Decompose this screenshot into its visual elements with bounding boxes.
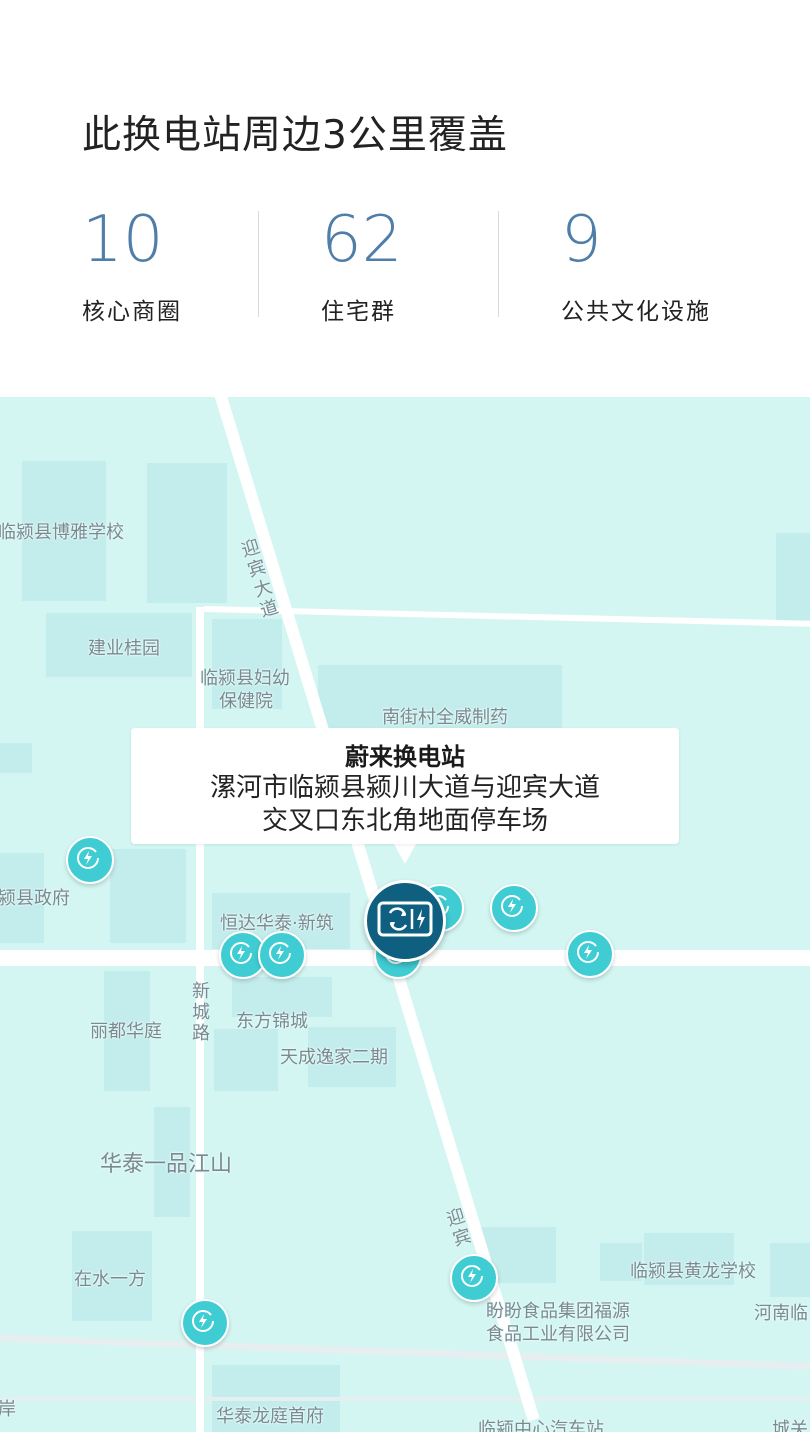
station-address-line-1: 漯河市临颍县颍川大道与迎宾大道 <box>209 773 600 803</box>
map-label: 在水一方 <box>74 1269 146 1290</box>
map-label: 丽都华庭 <box>90 1021 162 1042</box>
map-road <box>0 1334 810 1372</box>
road-label-xincheng: 新城路 <box>192 981 210 1044</box>
stat-label: 公共文化设施 <box>561 299 711 325</box>
swap-station-pin[interactable] <box>258 931 306 979</box>
charging-bolt-icon <box>230 942 252 964</box>
battery-swap-icon <box>377 901 433 937</box>
swap-station-pin[interactable] <box>66 836 114 884</box>
map-label: 保健院 <box>219 691 273 712</box>
map-road <box>0 1397 810 1401</box>
map-label: 华泰龙庭首府 <box>216 1406 324 1427</box>
swap-station-pin[interactable] <box>450 1254 498 1302</box>
swap-station-pin[interactable] <box>566 930 614 978</box>
stat-residential: 62 住宅群 <box>321 203 403 325</box>
map-label: 城关 <box>772 1419 808 1432</box>
map-block <box>110 849 186 943</box>
map-block <box>776 533 810 625</box>
stat-divider <box>258 211 259 317</box>
stat-culture-facilities: 9 公共文化设施 <box>561 203 711 325</box>
charging-bolt-icon <box>192 1310 214 1332</box>
map-label: 颍县政府 <box>0 888 70 909</box>
map-label: 临颍县黄龙学校 <box>630 1261 756 1282</box>
callout-pointer <box>394 844 416 864</box>
map-label: 临颍中心汽车站 <box>478 1419 604 1432</box>
charging-bolt-icon <box>577 941 599 963</box>
swap-station-pin[interactable] <box>181 1299 229 1347</box>
charging-bolt-icon <box>461 1265 483 1287</box>
stat-value: 62 <box>321 203 403 277</box>
stat-divider <box>498 211 499 317</box>
map-label: 天成逸家二期 <box>280 1047 388 1068</box>
map-block <box>0 743 32 773</box>
map-block <box>214 1029 278 1091</box>
selected-station-pin[interactable] <box>364 880 446 962</box>
stat-label: 核心商圈 <box>82 299 182 325</box>
swap-station-pin[interactable] <box>490 884 538 932</box>
map-label: 东方锦城 <box>236 1011 308 1032</box>
charging-bolt-icon <box>501 895 523 917</box>
stat-label: 住宅群 <box>321 299 396 325</box>
station-address-line-2: 交叉口东北角地面停车场 <box>261 806 548 836</box>
station-info-callout[interactable]: 蔚来换电站 漯河市临颍县颍川大道与迎宾大道 交叉口东北角地面停车场 <box>131 728 679 844</box>
station-name: 蔚来换电站 <box>345 743 465 771</box>
page-title: 此换电站周边3公里覆盖 <box>82 113 508 158</box>
map-label: 华泰一品江山 <box>100 1152 233 1177</box>
stat-business-circles: 10 核心商圈 <box>82 203 182 325</box>
charging-bolt-icon <box>77 847 99 869</box>
map-block <box>147 463 227 603</box>
map-label: 南街村全威制药 <box>382 707 508 728</box>
map-label: 食品工业有限公司 <box>486 1324 630 1345</box>
stat-value: 9 <box>561 203 602 277</box>
map-label: 河南临 <box>754 1303 808 1324</box>
map-label: 建业桂园 <box>88 638 160 659</box>
charging-bolt-icon <box>269 942 291 964</box>
map-label: 临颍县博雅学校 <box>0 522 124 543</box>
stat-value: 10 <box>82 203 164 277</box>
map-block <box>770 1243 810 1297</box>
map-label: 岸 <box>0 1399 16 1420</box>
